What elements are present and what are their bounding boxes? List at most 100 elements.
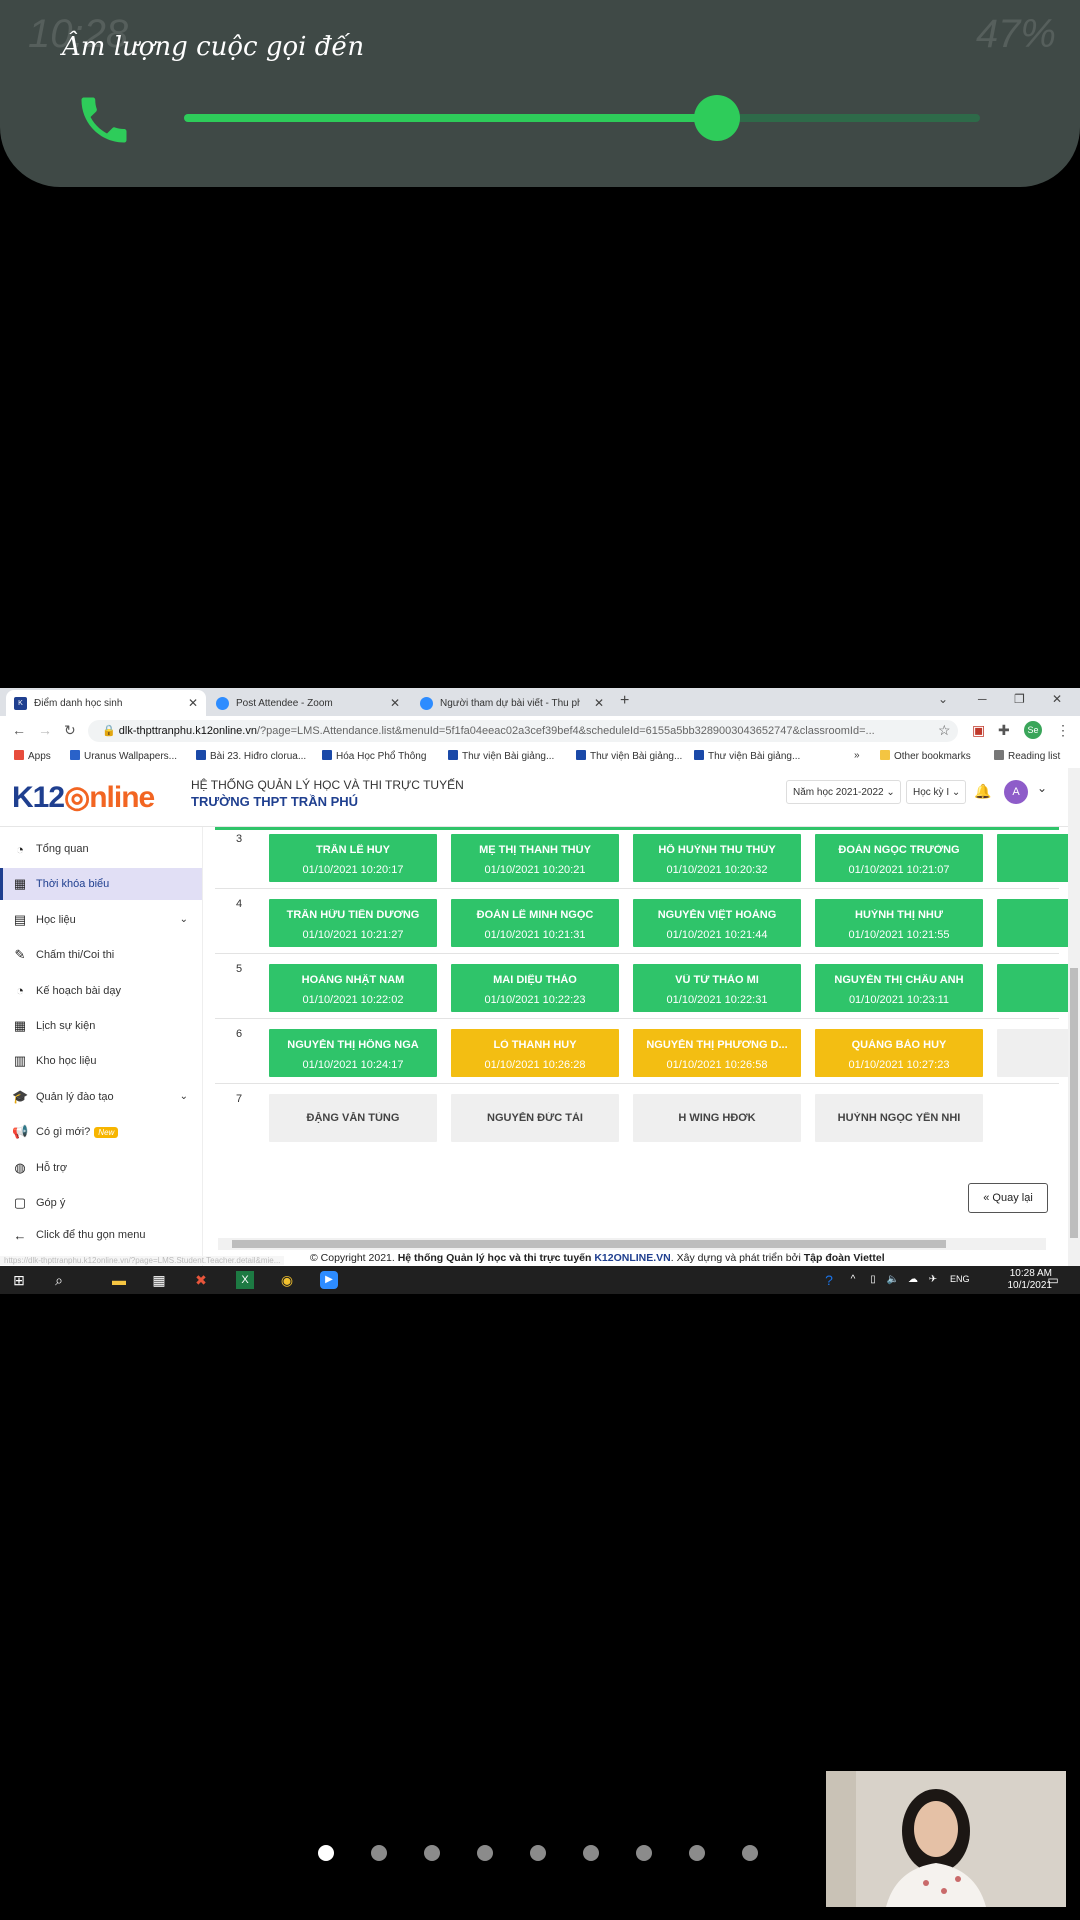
sidebar-item[interactable]: ▦ Thời khóa biểu: [0, 868, 202, 901]
bookmark-item[interactable]: Thư viện Bài giảng...: [448, 750, 554, 762]
sidebar-item[interactable]: ▤ Học liệu ⌄: [0, 904, 202, 936]
vertical-scrollbar[interactable]: [1068, 768, 1080, 1266]
bookmark-item[interactable]: Uranus Wallpapers...: [70, 750, 177, 762]
student-card[interactable]: MAI DIỆU THẢO 01/10/2021 10:22:23: [451, 964, 619, 1012]
student-card[interactable]: NGUYỄN THỊ PHƯƠNG D... 01/10/2021 10:26:5…: [633, 1029, 801, 1077]
student-card[interactable]: NGUYỄN THỊ HỒNG NGA 01/10/2021 10:24:17: [269, 1029, 437, 1077]
windows-start-icon[interactable]: ⊞: [10, 1271, 28, 1289]
student-card[interactable]: QU: [997, 1029, 1068, 1077]
student-card[interactable]: TRẦN HỮU TIẾN DƯƠNG 01/10/2021 10:21:27: [269, 899, 437, 947]
volume-slider-thumb[interactable]: [694, 95, 741, 141]
app-icon[interactable]: ▦: [150, 1271, 168, 1289]
scrollbar-thumb[interactable]: [232, 1240, 946, 1248]
student-card[interactable]: LÒ THANH HUY 01/10/2021 10:26:28: [451, 1029, 619, 1077]
chrome-icon[interactable]: ◉: [278, 1271, 296, 1289]
battery-icon[interactable]: ▯: [864, 1271, 882, 1289]
bookmark-item[interactable]: Thư viện Bài giảng...: [694, 750, 800, 762]
school-year-select[interactable]: Năm học 2021-2022 ⌄: [786, 780, 901, 804]
user-avatar[interactable]: A: [1004, 780, 1028, 804]
notifications-icon[interactable]: ▭: [1044, 1271, 1062, 1289]
cloud-icon[interactable]: ☁: [904, 1271, 922, 1289]
student-card[interactable]: ĐOÀN NGỌC TRƯỜNG 01/10/2021 10:21:07: [815, 834, 983, 882]
student-card[interactable]: TRU 01/1: [997, 834, 1068, 882]
page-dot[interactable]: [636, 1845, 652, 1861]
student-card[interactable]: HOÀNG NHẬT NAM 01/10/2021 10:22:02: [269, 964, 437, 1012]
forward-icon[interactable]: →: [38, 722, 52, 738]
sidebar-item[interactable]: ▦ Lịch sự kiện: [0, 1010, 202, 1042]
chevron-down-icon[interactable]: ⌄: [1037, 781, 1047, 795]
sidebar-item[interactable]: ◍ Hỗ trợ: [0, 1152, 202, 1184]
back-button[interactable]: « Quay lại: [968, 1183, 1048, 1213]
student-card[interactable]: TRẦN LÊ HUY 01/10/2021 10:20:17: [269, 834, 437, 882]
star-icon[interactable]: ☆: [938, 722, 951, 739]
xmind-icon[interactable]: ✖: [192, 1271, 210, 1289]
sidebar-item[interactable]: ▢ Góp ý: [0, 1187, 202, 1219]
page-dot[interactable]: [689, 1845, 705, 1861]
sidebar-item[interactable]: ◔ Kế hoạch bài dạy: [0, 975, 202, 1007]
menu-kebab-icon[interactable]: ⋮: [1056, 722, 1070, 739]
bookmarks-overflow-icon[interactable]: »: [854, 750, 860, 761]
page-dot[interactable]: [318, 1845, 334, 1861]
close-tab-icon[interactable]: ✕: [390, 696, 400, 710]
sidebar-item[interactable]: ← Click để thu gọn menu: [0, 1219, 202, 1251]
horizontal-scrollbar[interactable]: [218, 1238, 1046, 1250]
student-card[interactable]: ĐOÀN LÊ MINH NGỌC 01/10/2021 10:21:31: [451, 899, 619, 947]
student-card[interactable]: HUỲNH THỊ NHƯ 01/10/2021 10:21:55: [815, 899, 983, 947]
tray-overflow-icon[interactable]: ^: [844, 1271, 862, 1289]
restore-icon[interactable]: ❐: [1014, 692, 1025, 706]
bookmark-reading-list[interactable]: Reading list: [994, 750, 1060, 762]
student-card[interactable]: TR 01/1: [997, 964, 1068, 1012]
tab-zoom-post[interactable]: Post Attendee - Zoom ✕: [208, 690, 408, 716]
help-icon[interactable]: ?: [820, 1271, 838, 1289]
language-indicator[interactable]: ENG: [950, 1274, 970, 1284]
student-card[interactable]: VŨ TỪ THẢO MI 01/10/2021 10:22:31: [633, 964, 801, 1012]
sidebar-item[interactable]: 🎓 Quản lý đào tạo ⌄: [0, 1081, 202, 1113]
tab-diem-danh[interactable]: K Điểm danh học sinh ✕: [6, 690, 206, 716]
file-explorer-icon[interactable]: ▬: [110, 1271, 128, 1289]
extension-icon[interactable]: ▣: [972, 722, 985, 739]
page-dot[interactable]: [530, 1845, 546, 1861]
bookmark-item[interactable]: Bài 23. Hiđro clorua...: [196, 750, 306, 762]
student-card[interactable]: NGUYỄN ĐỨC TÀI: [451, 1094, 619, 1142]
bookmark-item[interactable]: Thư viện Bài giảng...: [576, 750, 682, 762]
student-card[interactable]: QUÀNG BẢO HUY 01/10/2021 10:27:23: [815, 1029, 983, 1077]
participant-video-thumbnail[interactable]: [826, 1771, 1066, 1907]
back-icon[interactable]: ←: [12, 722, 26, 738]
bookmark-item[interactable]: Hóa Học Phổ Thông: [322, 750, 426, 762]
page-dot[interactable]: [424, 1845, 440, 1861]
url-input[interactable]: 🔒 dlk-thpttranphu.k12online.vn/?page=LMS…: [88, 720, 958, 742]
sidebar-item[interactable]: 📢 Có gì mới? New: [0, 1116, 202, 1148]
student-card[interactable]: NGUYỄN VIỆT HOÀNG 01/10/2021 10:21:44: [633, 899, 801, 947]
student-card[interactable]: ĐẶNG VĂN TÙNG: [269, 1094, 437, 1142]
volume-slider[interactable]: [184, 95, 980, 141]
page-dot[interactable]: [371, 1845, 387, 1861]
network-icon[interactable]: ✈: [924, 1271, 942, 1289]
zoom-icon[interactable]: ▶: [320, 1271, 338, 1289]
bell-icon[interactable]: 🔔: [974, 783, 991, 800]
close-tab-icon[interactable]: ✕: [594, 696, 604, 710]
profile-avatar[interactable]: Se: [1024, 721, 1042, 739]
page-dot[interactable]: [583, 1845, 599, 1861]
sidebar-item[interactable]: ✎ Chấm thi/Coi thi: [0, 939, 202, 971]
student-card[interactable]: NGUYỄN THỊ CHÂU ANH 01/10/2021 10:23:11: [815, 964, 983, 1012]
reload-icon[interactable]: ↻: [64, 722, 76, 739]
search-icon[interactable]: ⌕: [50, 1271, 68, 1289]
tab-search-icon[interactable]: ⌄: [938, 692, 948, 706]
close-window-icon[interactable]: ✕: [1052, 692, 1062, 706]
k12online-logo[interactable]: K12◎nline: [12, 780, 155, 815]
bookmark-apps[interactable]: Apps: [14, 750, 51, 762]
bookmark-other[interactable]: Other bookmarks: [880, 750, 971, 762]
new-tab-icon[interactable]: +: [620, 692, 629, 710]
page-dot[interactable]: [742, 1845, 758, 1861]
page-dot[interactable]: [477, 1845, 493, 1861]
tab-nguoi-tham-du[interactable]: Người tham dự bài viết - Thu phi ✕: [412, 690, 612, 716]
close-tab-icon[interactable]: ✕: [188, 696, 198, 710]
student-card[interactable]: MẸ THỊ THANH THÚY 01/10/2021 10:20:21: [451, 834, 619, 882]
scrollbar-thumb[interactable]: [1070, 968, 1078, 1238]
student-card[interactable]: H WING HĐƠK: [633, 1094, 801, 1142]
excel-icon[interactable]: X: [236, 1271, 254, 1289]
term-select[interactable]: Học kỳ I ⌄: [906, 780, 966, 804]
sidebar-item[interactable]: ▥ Kho học liệu: [0, 1045, 202, 1077]
sidebar-item[interactable]: ◔ Tổng quan: [0, 833, 202, 865]
extensions-puzzle-icon[interactable]: ✚: [998, 722, 1010, 739]
